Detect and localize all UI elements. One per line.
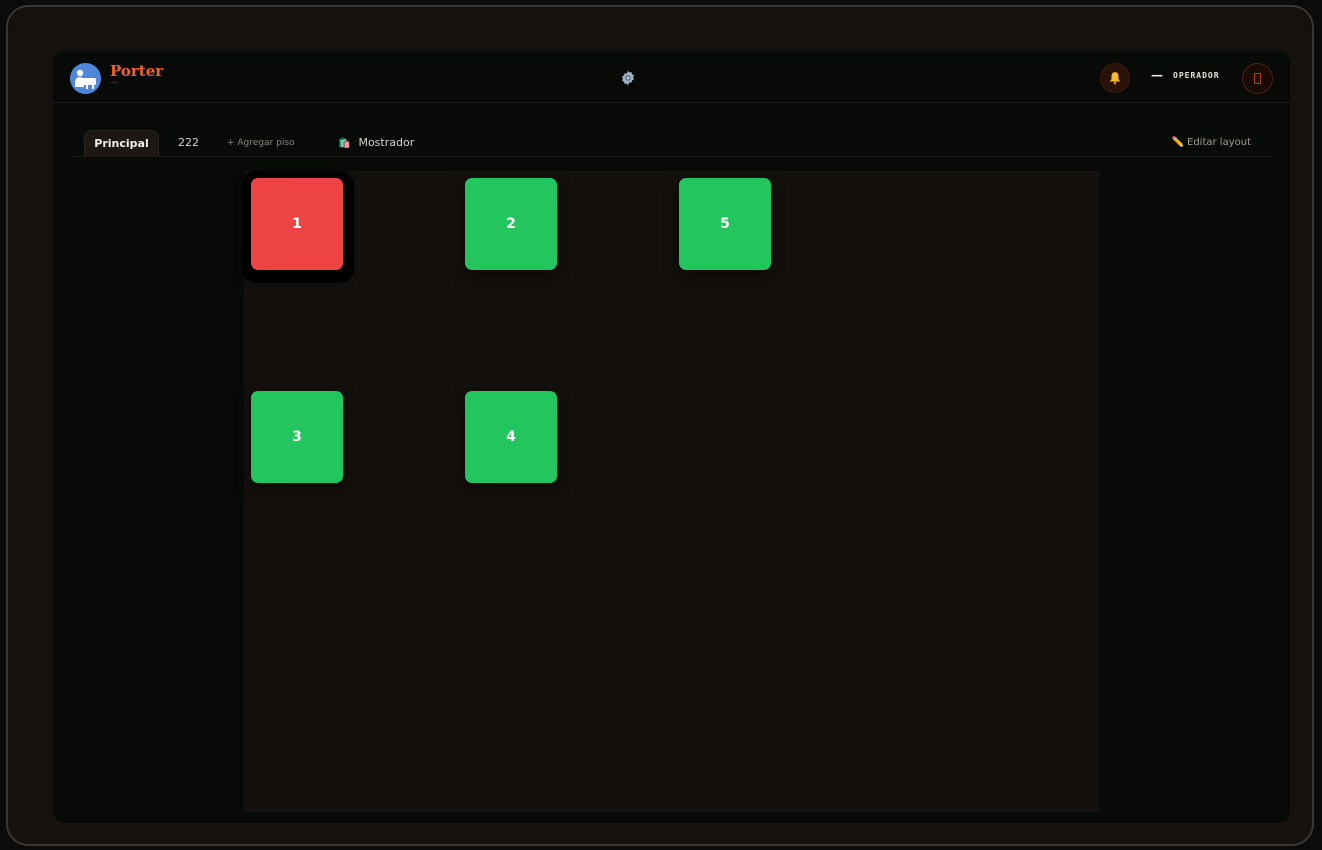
logout-icon <box>1254 73 1261 84</box>
user-name: — <box>1151 68 1163 82</box>
device-frame: Porter — — OPERADOR Principal 222 + Agre… <box>6 5 1314 846</box>
floor-canvas: 1 2 5 3 4 <box>242 171 1099 812</box>
tab-mostrador-label: Mostrador <box>358 136 415 149</box>
pencil-icon: ✏️ <box>1171 137 1185 148</box>
porter-logo-icon <box>70 63 101 94</box>
table-2[interactable]: 2 <box>465 178 557 270</box>
tab-mostrador[interactable]: 🛍️ Mostrador <box>338 130 414 156</box>
gear-icon[interactable] <box>619 69 637 87</box>
table-number: 1 <box>292 216 302 232</box>
notifications-button[interactable] <box>1100 63 1130 93</box>
shopping-bag-icon: 🛍️ <box>338 138 351 149</box>
table-3[interactable]: 3 <box>251 391 343 483</box>
table-number: 5 <box>720 216 730 232</box>
tab-principal[interactable]: Principal <box>84 130 159 156</box>
table-1[interactable]: 1 <box>251 178 343 270</box>
floor-tabs: Principal 222 + Agregar piso 🛍️ Mostrador… <box>71 129 1273 157</box>
app-window: Porter — — OPERADOR Principal 222 + Agre… <box>53 51 1290 823</box>
brand-subtitle: — <box>110 78 119 88</box>
bell-icon <box>1109 72 1121 85</box>
logout-button[interactable] <box>1242 63 1273 94</box>
table-4[interactable]: 4 <box>465 391 557 483</box>
add-floor-button[interactable]: + Agregar piso <box>227 130 295 156</box>
table-5[interactable]: 5 <box>679 178 771 270</box>
user-role: OPERADOR <box>1173 71 1220 80</box>
tab-222[interactable]: 222 <box>178 130 199 156</box>
table-number: 3 <box>292 429 302 445</box>
edit-layout-button[interactable]: ✏️ Editar layout <box>1172 130 1251 156</box>
table-number: 2 <box>506 216 516 232</box>
top-header: Porter — — OPERADOR <box>53 51 1290 103</box>
edit-layout-label: Editar layout <box>1187 137 1251 148</box>
table-number: 4 <box>506 429 516 445</box>
